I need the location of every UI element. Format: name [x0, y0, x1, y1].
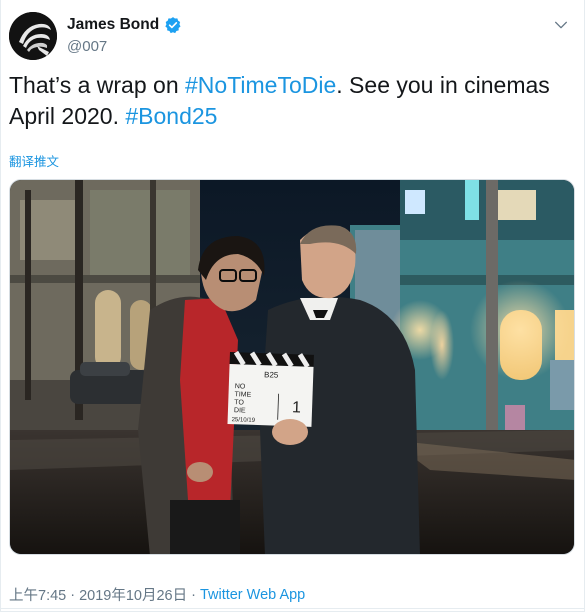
tweet-card: James Bond @007 That’s a wrap on #NoTime… — [0, 0, 585, 612]
separator: · — [191, 586, 196, 603]
tweet-text-segment: That’s a wrap on — [9, 72, 186, 98]
tweet-text: That’s a wrap on #NoTimeToDie. See you i… — [9, 70, 569, 132]
svg-text:25/10/19: 25/10/19 — [232, 417, 256, 424]
tweet-photo[interactable]: B25 NO TIME TO DIE 1 25/10/19 — [9, 179, 575, 555]
bond-007-gun-logo-icon — [9, 12, 57, 60]
svg-text:TIME: TIME — [234, 391, 251, 399]
clapperboard: B25 NO TIME TO DIE 1 25/10/19 — [227, 350, 314, 427]
hashtag-link-bond25[interactable]: #Bond25 — [125, 103, 217, 129]
tweet-time[interactable]: 上午7:45 — [9, 584, 66, 605]
verified-badge-icon — [164, 16, 182, 34]
svg-text:DIE: DIE — [234, 407, 246, 414]
display-name[interactable]: James Bond — [67, 16, 159, 34]
chevron-down-icon — [555, 21, 567, 29]
hashtag-link-notimetodie[interactable]: #NoTimeToDie — [185, 72, 336, 98]
svg-text:NO: NO — [235, 383, 246, 390]
avatar[interactable] — [9, 12, 57, 60]
svg-text:TO: TO — [234, 399, 244, 406]
translate-tweet-link[interactable]: 翻译推文 — [9, 151, 59, 170]
name-row: James Bond — [67, 16, 182, 34]
tweet-source-link[interactable]: Twitter Web App — [200, 587, 305, 603]
divider — [1, 608, 585, 609]
handle[interactable]: @007 — [67, 38, 107, 55]
tweet-date[interactable]: 2019年10月26日 — [79, 584, 187, 605]
svg-text:B25: B25 — [264, 370, 279, 380]
tweet-menu-button[interactable] — [550, 14, 572, 36]
tweet-metadata: 上午7:45 · 2019年10月26日 · Twitter Web App — [9, 584, 305, 605]
photo-night-street-scene: B25 NO TIME TO DIE 1 25/10/19 — [10, 180, 574, 554]
separator: · — [70, 586, 76, 603]
svg-text:1: 1 — [292, 399, 302, 416]
